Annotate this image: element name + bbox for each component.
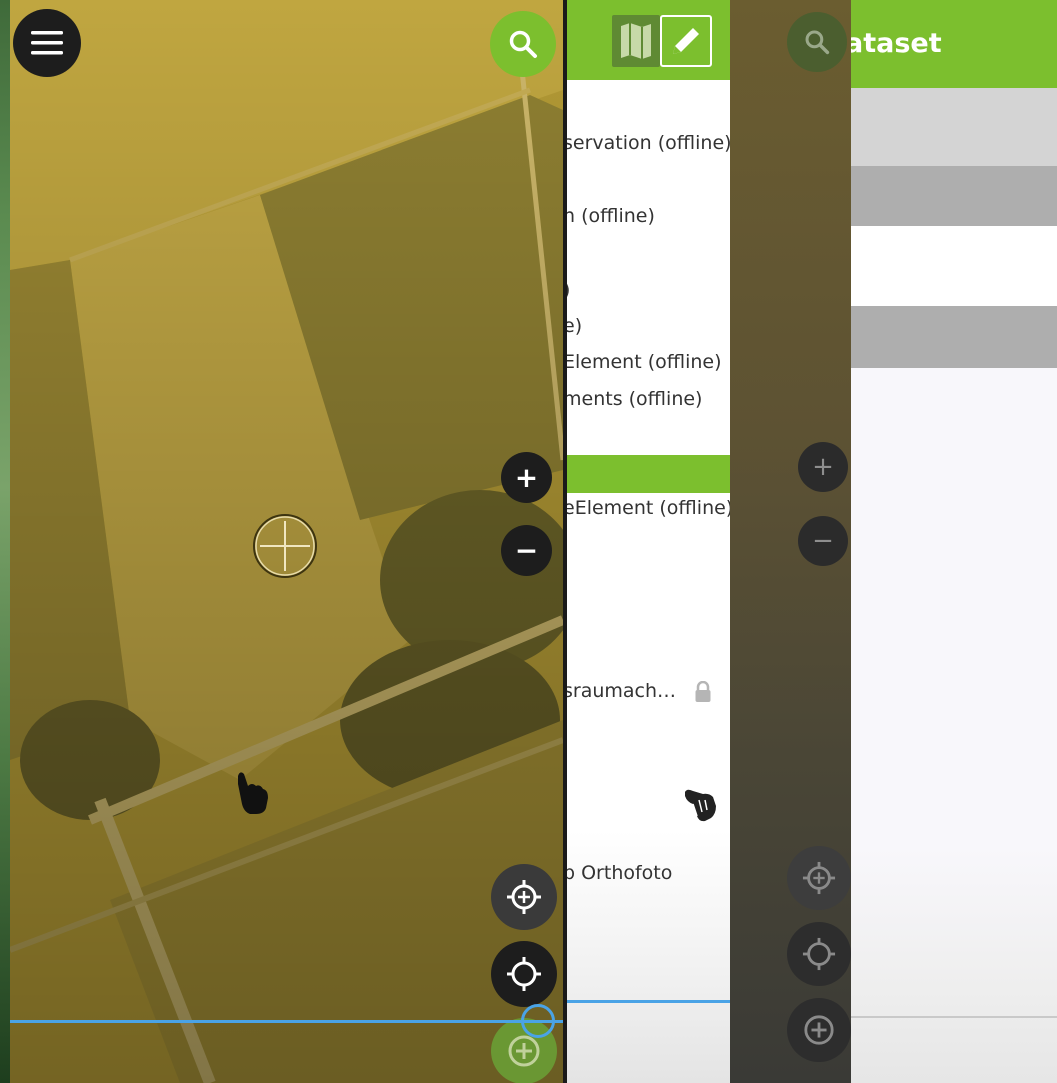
touch-cursor-icon	[234, 770, 270, 816]
dataset-header: ataset	[851, 0, 1057, 88]
zoom-in-button[interactable]: +	[501, 452, 552, 503]
search-icon	[509, 30, 537, 58]
pencil-icon	[673, 28, 699, 54]
search-icon	[805, 30, 830, 55]
scroll-handle[interactable]	[521, 1004, 555, 1038]
dataset-content-area	[851, 368, 1057, 848]
gps-locate-button[interactable]	[491, 941, 557, 1007]
minus-icon: −	[514, 533, 539, 567]
layer-item[interactable]: p Orthofoto	[563, 862, 672, 884]
dataset-panel: ataset	[851, 0, 1057, 1083]
plus-icon: +	[812, 452, 834, 482]
dataset-bottom-area	[851, 848, 1057, 1083]
locate-add-button[interactable]	[787, 846, 851, 910]
layer-item[interactable]: ments (offline)	[563, 388, 702, 410]
map-view-toggle[interactable]	[612, 15, 660, 67]
minus-icon: −	[812, 526, 834, 556]
map-view[interactable]: + −	[10, 0, 563, 1083]
layer-list-toolbar	[563, 0, 730, 80]
zoom-out-button[interactable]: −	[798, 516, 848, 566]
layer-item[interactable]: Element (offline)	[563, 351, 722, 373]
dataset-row[interactable]	[851, 88, 1057, 166]
dataset-row[interactable]	[851, 166, 1057, 226]
layer-item[interactable]: servation (offline)	[563, 132, 730, 154]
dataset-title: ataset	[851, 28, 942, 59]
add-point-button[interactable]	[787, 998, 851, 1062]
locate-add-button[interactable]	[491, 864, 557, 930]
gps-locate-icon	[507, 957, 541, 991]
add-point-icon	[804, 1015, 834, 1045]
layer-list-panel: servation (offline) n (offline) ) e) Ele…	[563, 0, 730, 1083]
pane-divider	[563, 0, 567, 1083]
touch-cursor-icon	[683, 788, 719, 824]
gps-locate-icon	[802, 937, 836, 971]
crosshair-add-icon	[802, 861, 836, 895]
divider	[851, 1016, 1057, 1018]
map-center-crosshair-icon	[252, 513, 318, 579]
zoom-in-button[interactable]: +	[798, 442, 848, 492]
crosshair-add-icon	[507, 880, 541, 914]
background-window-edge	[0, 0, 10, 1083]
layer-item[interactable]: n (offline)	[563, 205, 655, 227]
scroll-indicator-line	[10, 1020, 563, 1023]
plus-icon: +	[514, 460, 539, 494]
map-icon	[621, 23, 651, 59]
search-button[interactable]	[787, 12, 847, 72]
search-button[interactable]	[490, 11, 556, 77]
add-point-icon	[508, 1035, 540, 1067]
layer-item[interactable]: sraumach…	[563, 680, 676, 702]
gps-locate-button[interactable]	[787, 922, 851, 986]
hamburger-menu-icon	[31, 31, 63, 55]
edit-mode-toggle[interactable]	[660, 15, 712, 67]
zoom-out-button[interactable]: −	[501, 525, 552, 576]
scroll-indicator-line	[563, 1000, 730, 1003]
layer-item[interactable]: eElement (offline)	[563, 497, 730, 519]
map-overlay-panel: + −	[730, 0, 851, 1083]
layer-section-header	[563, 455, 730, 493]
dataset-row[interactable]	[851, 226, 1057, 306]
menu-button[interactable]	[13, 9, 81, 77]
dataset-row[interactable]	[851, 306, 1057, 368]
lock-icon	[694, 680, 712, 703]
